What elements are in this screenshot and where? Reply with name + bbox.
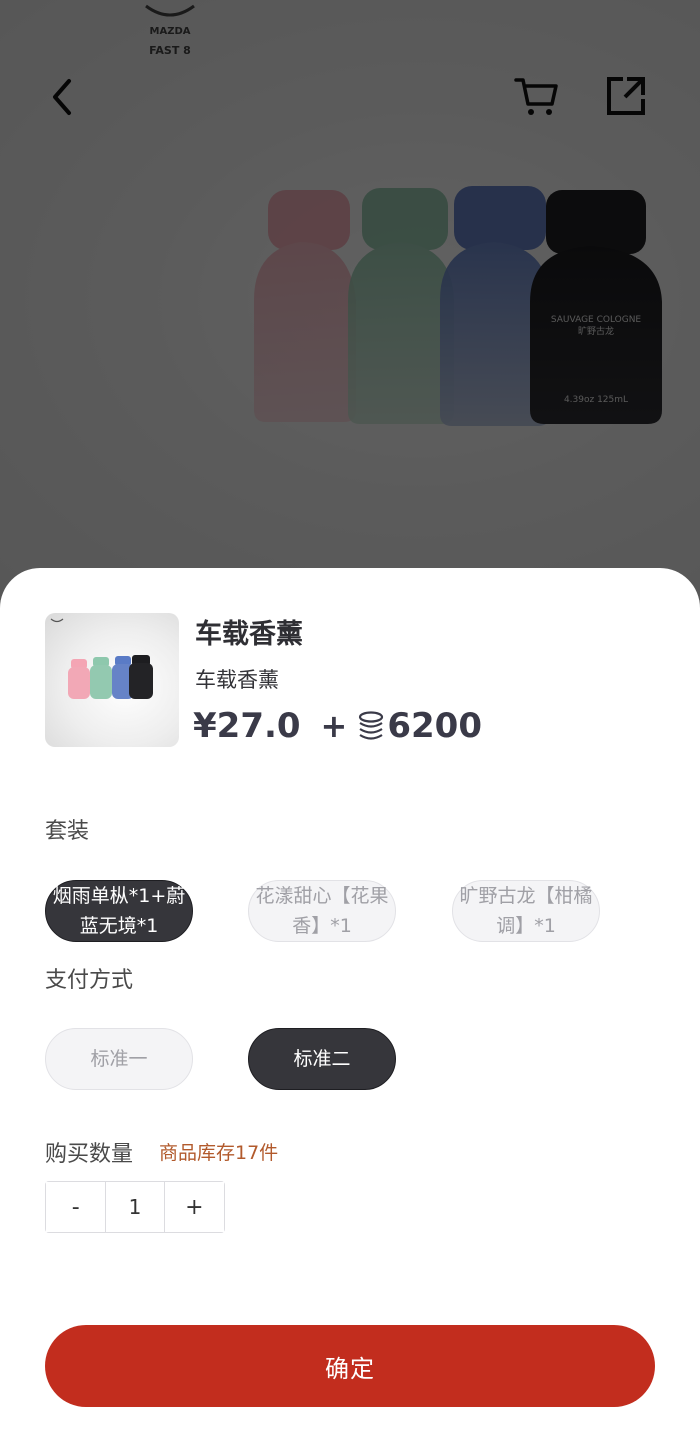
product-thumbnail <box>45 613 179 747</box>
thumbnail-bottles-image <box>50 618 153 699</box>
payment-option-2-label: 标准二 <box>293 1048 351 1070</box>
quantity-input[interactable]: 1 <box>105 1182 165 1232</box>
product-title: 车载香薰 <box>195 619 303 650</box>
quantity-increase-button[interactable]: + <box>164 1182 224 1232</box>
payment-option-standard-1[interactable]: 标准一 <box>45 1028 193 1090</box>
coin-points-icon <box>359 711 384 740</box>
suit-option-3-label: 旷野古龙【柑橘调】*1 <box>459 885 593 937</box>
stock-text: 商品库存17件 <box>159 1142 279 1164</box>
price-row: ¥27.0 + 6200 <box>193 706 482 746</box>
suit-option-2[interactable]: 花漾甜心【花果香】*1 <box>248 880 396 942</box>
quantity-label: 购买数量 <box>45 1142 134 1167</box>
payment-option-standard-2[interactable]: 标准二 <box>248 1028 396 1090</box>
payment-section-label: 支付方式 <box>45 968 134 993</box>
suit-section-label: 套装 <box>45 819 90 844</box>
price-value: ¥27.0 <box>193 706 301 746</box>
suit-option-2-label: 花漾甜心【花果香】*1 <box>255 885 389 937</box>
purchase-options-sheet: 车载香薰 车载香薰 ¥27.0 + 6200 套装 烟雨单枞*1+蔚蓝无境*1 … <box>0 568 700 1452</box>
payment-option-1-label: 标准一 <box>90 1048 148 1070</box>
price-plus-sign: + <box>320 707 348 745</box>
product-subtitle: 车载香薰 <box>195 668 279 692</box>
suit-option-3[interactable]: 旷野古龙【柑橘调】*1 <box>452 880 600 942</box>
confirm-button[interactable]: 确定 <box>45 1325 655 1407</box>
suit-option-1-label: 烟雨单枞*1+蔚蓝无境*1 <box>52 885 186 937</box>
quantity-stepper: - 1 + <box>45 1181 225 1233</box>
suit-option-1[interactable]: 烟雨单枞*1+蔚蓝无境*1 <box>45 880 193 942</box>
points-value: 6200 <box>387 706 482 746</box>
quantity-decrease-button[interactable]: - <box>46 1182 106 1232</box>
